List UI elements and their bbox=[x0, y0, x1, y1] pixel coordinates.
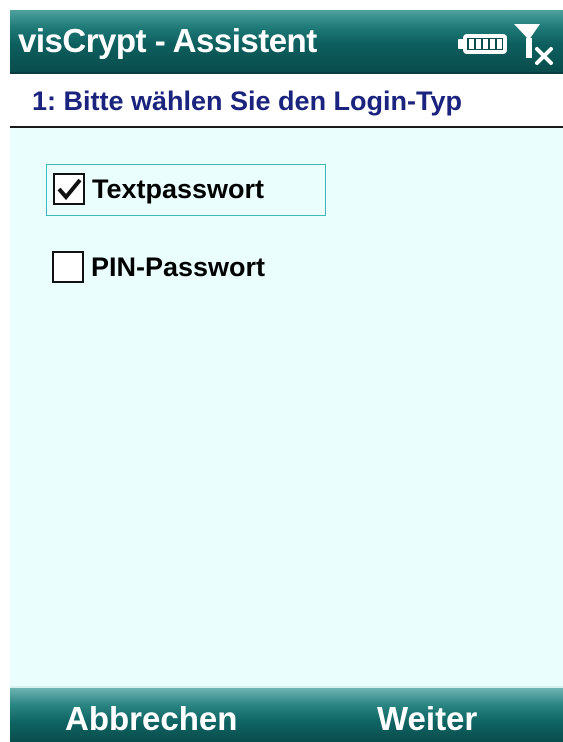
step-heading: 1: Bitte wählen Sie den Login-Typ bbox=[32, 86, 463, 116]
battery-full-icon bbox=[457, 32, 509, 56]
option-textpasswort[interactable]: Textpasswort bbox=[46, 164, 326, 216]
softkey-bar: Abbrechen Weiter bbox=[10, 686, 563, 742]
pin-passwort-label: PIN-Passwort bbox=[91, 252, 266, 282]
app-title: visCrypt - Assistent bbox=[18, 22, 317, 59]
checkmark-icon bbox=[57, 178, 82, 201]
option-pin-passwort[interactable]: PIN-Passwort bbox=[46, 243, 326, 295]
title-bar: visCrypt - Assistent bbox=[10, 10, 563, 74]
no-signal-icon bbox=[510, 20, 558, 66]
textpasswort-label: Textpasswort bbox=[92, 174, 265, 204]
wizard-screen: visCrypt - Assistent 1: Bitte wählen Sie… bbox=[10, 10, 563, 742]
pin-passwort-checkbox[interactable] bbox=[52, 251, 84, 283]
textpasswort-checkbox[interactable] bbox=[53, 173, 85, 205]
step-header: 1: Bitte wählen Sie den Login-Typ bbox=[10, 74, 563, 128]
next-button[interactable]: Weiter bbox=[377, 700, 477, 738]
cancel-button[interactable]: Abbrechen bbox=[65, 700, 237, 738]
